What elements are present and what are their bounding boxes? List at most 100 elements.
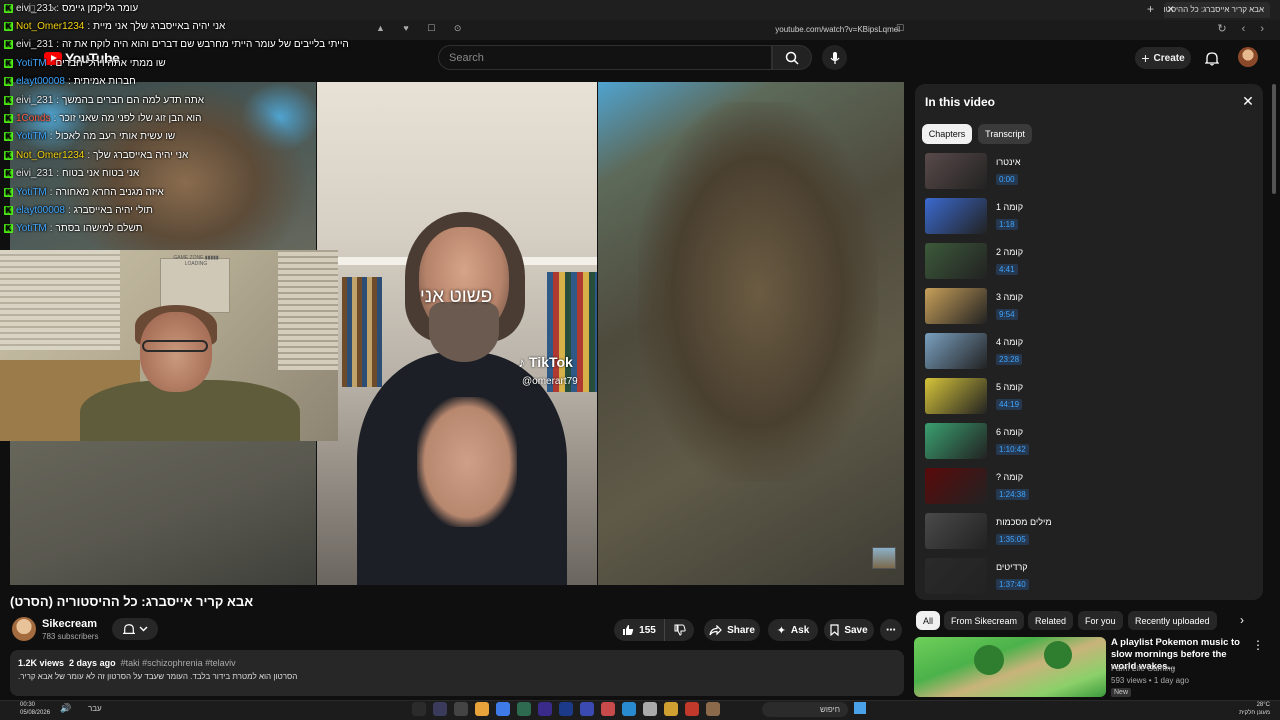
chapter-thumbnail — [925, 243, 987, 279]
tab-transcript[interactable]: Transcript — [978, 124, 1032, 144]
chapter-thumbnail — [925, 153, 987, 189]
chapter-thumbnail — [925, 378, 987, 414]
chapter-item[interactable]: קומה 3 9:54 — [922, 288, 1258, 328]
close-tab-icon[interactable]: ✕ — [1167, 4, 1175, 15]
more-actions-button[interactable]: ⋯ — [880, 619, 902, 641]
chapter-timestamp[interactable]: 1:24:38 — [996, 489, 1029, 500]
chapter-item[interactable]: מילים מסכמות 1:35:05 — [922, 513, 1258, 553]
chat-username: YotiTM — [16, 131, 47, 143]
filter-chip[interactable]: Related — [1028, 611, 1074, 630]
chapter-timestamp[interactable]: 44:19 — [996, 399, 1023, 410]
taskbar-app-icon[interactable] — [559, 702, 573, 716]
chapter-timestamp[interactable]: 0:00 — [996, 174, 1018, 185]
taskbar-app-icon[interactable] — [433, 702, 447, 716]
save-label: Save — [844, 624, 868, 636]
chapter-timestamp[interactable]: 1:10:42 — [996, 444, 1029, 455]
taskbar-app-icon[interactable] — [475, 702, 489, 716]
weather-temp: 28°C — [1256, 702, 1270, 708]
chat-message: Kelayt00008: חברות אמיתית — [4, 75, 136, 89]
chat-separator: : — [49, 131, 53, 143]
chapter-item[interactable]: קומה 2 4:41 — [922, 243, 1258, 283]
chapter-title: קומה 4 — [996, 337, 1024, 347]
chapter-item[interactable]: קומה ? 1:24:38 — [922, 468, 1258, 508]
page-scrollbar[interactable] — [1272, 84, 1276, 194]
ask-button[interactable]: ✦ Ask — [768, 619, 818, 641]
subscribed-notification-button[interactable] — [112, 618, 158, 640]
chapter-item[interactable]: קומה 1 1:18 — [922, 198, 1258, 238]
extension-icons[interactable]: ▲ ♥ ☐ ⊙ — [376, 23, 469, 34]
chat-username: elayt00008 — [16, 204, 65, 216]
chat-separator: : — [49, 223, 53, 235]
language-indicator[interactable]: עבר — [88, 704, 102, 713]
taskbar-app-icon[interactable] — [706, 702, 720, 716]
navigation-icons[interactable]: ↻ ‹ › — [1217, 22, 1270, 35]
kick-badge-icon: K — [4, 169, 13, 179]
search-input[interactable] — [438, 45, 772, 70]
like-count: 155 — [639, 624, 656, 636]
chapter-title: קרדיטים — [996, 562, 1028, 572]
chapter-item[interactable]: קרדיטים 1:37:40 — [922, 558, 1258, 598]
recommendation-views: 593 views • 1 day ago — [1111, 676, 1189, 685]
chat-text: שו עשית אותי רעב מה לאכול — [55, 131, 176, 143]
more-vert-icon[interactable]: ⋮ — [1252, 638, 1264, 652]
chat-message: Keivi_231: עומר גליקמן גיימס — [4, 1, 138, 15]
chapter-timestamp[interactable]: 4:41 — [996, 264, 1018, 275]
chapter-timestamp[interactable]: 1:35:05 — [996, 534, 1029, 545]
chat-username: eivi_231 — [16, 2, 54, 14]
chapter-timestamp[interactable]: 1:37:40 — [996, 579, 1029, 590]
chat-message: K YotiTM: שו עשית אותי רעב מה לאכול — [4, 130, 175, 144]
windows-start-icon[interactable] — [854, 702, 866, 714]
chapter-item[interactable]: קומה 4 23:28 — [922, 333, 1258, 373]
share-button[interactable]: Share — [704, 619, 760, 641]
taskbar-clock[interactable]: 00:30 05/08/2026 — [20, 701, 50, 717]
create-button[interactable]: + Create — [1135, 47, 1191, 69]
channel-name[interactable]: Sikecream — [42, 618, 97, 630]
taskbar-app-icon[interactable] — [517, 702, 531, 716]
weather-widget[interactable]: 28°C מעונן חלקית — [1222, 701, 1270, 717]
new-tab-button[interactable]: + — [1147, 2, 1154, 16]
chevron-right-icon[interactable]: › — [1240, 613, 1244, 627]
filter-chip[interactable]: From Sikecream — [944, 611, 1025, 630]
filter-chip[interactable]: Recently uploaded — [1128, 611, 1217, 630]
bookmark-icon[interactable]: ☐ — [896, 23, 904, 34]
channel-avatar[interactable] — [12, 617, 36, 641]
taskbar-search[interactable]: חיפוש — [762, 702, 848, 717]
taskbar-app-icon[interactable] — [601, 702, 615, 716]
hashtags[interactable]: #taki #schizophrenia #telaviv — [121, 658, 236, 668]
account-avatar[interactable] — [1238, 47, 1258, 67]
chat-text: אני בטוח אני בטוח — [62, 168, 140, 180]
chapter-item[interactable]: קומה 5 44:19 — [922, 378, 1258, 418]
chat-message: K YotiTM: שו ממתי אתה ויהלי חברים — [4, 56, 166, 70]
chapter-item[interactable]: קומה 6 1:10:42 — [922, 423, 1258, 463]
close-icon[interactable]: ✕ — [1240, 93, 1256, 109]
recommendation-thumbnail[interactable] — [914, 637, 1106, 697]
dislike-button[interactable] — [664, 619, 694, 641]
taskbar-app-icon[interactable] — [664, 702, 678, 716]
tab-chapters[interactable]: Chapters — [922, 124, 972, 144]
taskbar-app-icon[interactable] — [580, 702, 594, 716]
notifications-button[interactable] — [1202, 47, 1222, 69]
like-button[interactable]: 155 — [614, 619, 664, 641]
chapter-timestamp[interactable]: 9:54 — [996, 309, 1018, 320]
tray-icons[interactable]: 🔊 — [60, 703, 77, 714]
save-button[interactable]: Save — [824, 619, 874, 641]
filter-chip[interactable]: All — [916, 611, 941, 630]
chapter-item[interactable]: אינטרו 0:00 — [922, 153, 1258, 193]
browser-tab[interactable]: ✕ אבא קריר אייסברג: כל ההיסטוריה — [1164, 2, 1270, 18]
chapter-timestamp[interactable]: 23:28 — [996, 354, 1023, 365]
taskbar-app-icon[interactable] — [643, 702, 657, 716]
taskbar-app-icon[interactable] — [622, 702, 636, 716]
voice-search-button[interactable] — [822, 45, 847, 70]
taskbar-app-icon[interactable] — [412, 702, 426, 716]
filter-chip[interactable]: For you — [1078, 611, 1123, 630]
taskbar-app-icon[interactable] — [496, 702, 510, 716]
chapter-timestamp[interactable]: 1:18 — [996, 219, 1018, 230]
taskbar-app-icon[interactable] — [538, 702, 552, 716]
taskbar-app-icon[interactable] — [685, 702, 699, 716]
recommendation-channel[interactable]: Farm Life Gaming — [1111, 664, 1175, 673]
chat-separator: : — [67, 204, 71, 216]
taskbar-app-icon[interactable] — [454, 702, 468, 716]
chapter-thumbnail — [925, 198, 987, 234]
search-button[interactable] — [772, 45, 812, 70]
url-field[interactable]: youtube.com/watch?v=KBipsLqmel — [700, 23, 900, 37]
